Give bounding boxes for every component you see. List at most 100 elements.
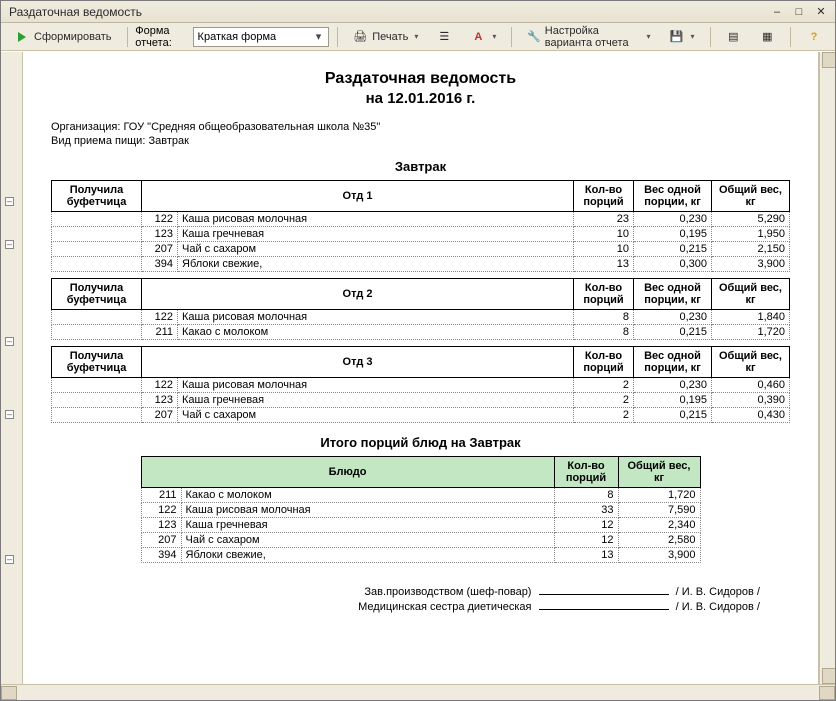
show-only-button[interactable]: ☰	[429, 26, 459, 48]
cell-dish-name: Чай с сахаром	[178, 242, 574, 257]
cell-dish-name: Каша гречневая	[178, 227, 574, 242]
horizontal-scrollbar[interactable]	[1, 684, 835, 700]
col-received: Получила буфетчица	[52, 181, 142, 212]
report-settings-button[interactable]: 🔧 Настройка варианта отчета ▾	[520, 26, 657, 48]
sign2-name: / И. В. Сидоров /	[676, 601, 760, 613]
cell-empty	[52, 325, 142, 340]
col-weight-total: Общий вес, кг	[712, 347, 790, 378]
separator	[790, 27, 791, 47]
cell-weight-total: 1,840	[712, 310, 790, 325]
report-title: Раздаточная ведомость	[51, 70, 790, 88]
cell-weight-one: 0,300	[634, 257, 712, 272]
separator	[511, 27, 512, 47]
cell-code: 211	[141, 488, 181, 503]
signature-line-1: Зав.производством (шеф-повар) / И. В. Си…	[51, 586, 760, 598]
cell-weight-total: 2,150	[712, 242, 790, 257]
minimize-button[interactable]: –	[767, 4, 787, 20]
cell-dish-name: Чай с сахаром	[181, 533, 554, 548]
action-button-2[interactable]: ▦	[752, 26, 782, 48]
chevron-down-icon: ▾	[312, 30, 326, 43]
save-button[interactable]: 💾 ▾	[662, 26, 702, 48]
cell-weight-total: 1,950	[712, 227, 790, 242]
close-button[interactable]: ✕	[811, 4, 831, 20]
cell-code: 207	[142, 242, 178, 257]
cell-dish-name: Каша рисовая молочная	[178, 378, 574, 393]
fold-toggle[interactable]: –	[5, 240, 14, 249]
cell-qty: 10	[574, 227, 634, 242]
cell-code: 123	[141, 518, 181, 533]
col-dept: Отд 3	[142, 347, 574, 378]
report-viewport[interactable]: Раздаточная ведомость на 12.01.2016 г. О…	[23, 52, 819, 684]
fold-toggle[interactable]: –	[5, 410, 14, 419]
table-row: 122Каша рисовая молочная20,2300,460	[52, 378, 790, 393]
cell-qty: 10	[574, 242, 634, 257]
cell-dish-name: Яблоки свежие,	[181, 548, 554, 563]
col-portions: Кол-во порций	[574, 279, 634, 310]
fold-toggle[interactable]: –	[5, 555, 14, 564]
cell-dish-name: Каша рисовая молочная	[181, 503, 554, 518]
totals-table: Блюдо Кол-во порций Общий вес, кг 211Как…	[141, 456, 701, 563]
help-button[interactable]: ?	[799, 26, 829, 48]
dept-table-2: Получила буфетчица Отд 2 Кол-во порций В…	[51, 278, 790, 340]
chevron-down-icon: ▾	[691, 32, 695, 41]
cell-weight-one: 0,195	[634, 227, 712, 242]
table-row: 122Каша рисовая молочная80,2301,840	[52, 310, 790, 325]
col-weight-total: Общий вес, кг	[712, 181, 790, 212]
cell-dish-name: Какао с молоком	[181, 488, 554, 503]
app-window: Раздаточная ведомость – □ ✕ Сформировать…	[0, 0, 836, 701]
cell-code: 207	[142, 408, 178, 423]
print-label: Печать	[372, 31, 408, 43]
cell-code: 123	[142, 393, 178, 408]
col-dish: Блюдо	[141, 457, 554, 488]
cell-empty	[52, 310, 142, 325]
cell-qty: 12	[554, 533, 618, 548]
cell-dish-name: Каша рисовая молочная	[178, 212, 574, 227]
signature-line-2: Медицинская сестра диетическая / И. В. С…	[51, 601, 760, 613]
report-subtitle: на 12.01.2016 г.	[51, 90, 790, 107]
action-button-1[interactable]: ▤	[718, 26, 748, 48]
sign1-label: Зав.производством (шеф-повар)	[364, 586, 531, 598]
cell-weight-one: 0,230	[634, 310, 712, 325]
col-received: Получила буфетчица	[52, 279, 142, 310]
cell-qty: 23	[574, 212, 634, 227]
text-style-icon: A	[470, 29, 486, 45]
cell-qty: 12	[554, 518, 618, 533]
generate-button[interactable]: Сформировать	[7, 26, 119, 48]
table-row: 123Каша гречневая122,340	[141, 518, 700, 533]
generate-label: Сформировать	[34, 31, 112, 43]
table-row: 211Какао с молоком81,720	[141, 488, 700, 503]
cell-dish-name: Каша рисовая молочная	[178, 310, 574, 325]
maximize-button[interactable]: □	[789, 4, 809, 20]
document-icon: ▤	[725, 29, 741, 45]
col-weight-total: Общий вес, кг	[618, 457, 700, 488]
cell-code: 122	[142, 212, 178, 227]
cell-code: 394	[142, 257, 178, 272]
table-row: 394Яблоки свежие,130,3003,900	[52, 257, 790, 272]
cell-qty: 8	[574, 325, 634, 340]
cell-weight-one: 0,215	[634, 325, 712, 340]
cell-weight-one: 0,230	[634, 212, 712, 227]
save-icon: 💾	[669, 29, 685, 45]
cell-empty	[52, 242, 142, 257]
cell-dish-name: Чай с сахаром	[178, 408, 574, 423]
section-title: Завтрак	[51, 159, 790, 174]
cell-weight-total: 0,430	[712, 408, 790, 423]
col-weight-one: Вес одной порции, кг	[634, 181, 712, 212]
col-received: Получила буфетчица	[52, 347, 142, 378]
fold-toggle[interactable]: –	[5, 337, 14, 346]
form-type-value: Краткая форма	[198, 31, 308, 43]
dept-table-1: Получила буфетчица Отд 1 Кол-во порций В…	[51, 180, 790, 272]
cell-code: 122	[142, 378, 178, 393]
vertical-scrollbar[interactable]	[819, 52, 835, 684]
cell-empty	[52, 227, 142, 242]
font-style-button[interactable]: A ▾	[463, 26, 503, 48]
cell-dish-name: Каша гречневая	[178, 393, 574, 408]
cell-empty	[52, 212, 142, 227]
cell-qty: 33	[554, 503, 618, 518]
table-row: 122Каша рисовая молочная230,2305,290	[52, 212, 790, 227]
fold-toggle[interactable]: –	[5, 197, 14, 206]
print-button[interactable]: 🖨 Печать ▾	[345, 26, 425, 48]
form-type-select[interactable]: Краткая форма ▾	[193, 27, 329, 47]
cell-empty	[52, 408, 142, 423]
cell-dish-name: Какао с молоком	[178, 325, 574, 340]
